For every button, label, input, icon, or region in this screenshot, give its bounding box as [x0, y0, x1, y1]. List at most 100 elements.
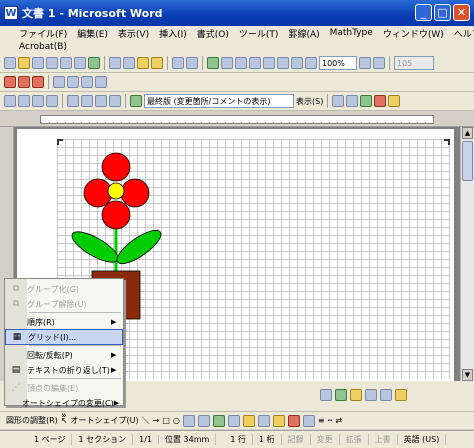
- menu-acrobat[interactable]: Acrobat(B): [14, 42, 72, 52]
- image-icon[interactable]: [81, 76, 93, 88]
- insert-excel-icon[interactable]: [249, 57, 261, 69]
- show-hide-icon[interactable]: [305, 57, 317, 69]
- undo-icon[interactable]: [172, 57, 184, 69]
- context-menu-item-2[interactable]: 順序(R) ▶: [5, 314, 123, 330]
- spelling-icon[interactable]: [88, 57, 100, 69]
- paste-icon[interactable]: [137, 57, 149, 69]
- insert-table-icon[interactable]: [235, 57, 247, 69]
- pdf-mail-icon[interactable]: [18, 76, 30, 88]
- show-button[interactable]: 表示(S): [296, 96, 323, 107]
- permission-icon[interactable]: [46, 57, 58, 69]
- help-icon[interactable]: [359, 57, 371, 69]
- chart-icon[interactable]: [95, 76, 107, 88]
- open-icon[interactable]: [18, 57, 30, 69]
- comment-icon[interactable]: [388, 95, 401, 107]
- menu-item-3[interactable]: 挿入(I): [154, 27, 192, 40]
- review-display-combo[interactable]: 最終版 (変更箇所/コメントの表示): [144, 94, 294, 108]
- save-icon[interactable]: [32, 57, 44, 69]
- drawing-icon[interactable]: [277, 57, 289, 69]
- line-style-icon[interactable]: [365, 389, 377, 401]
- vertical-scrollbar[interactable]: ▲ ▼: [460, 127, 474, 381]
- context-menu-item-7[interactable]: オートシェイプの変更(C) ▶: [5, 395, 123, 411]
- prev-change-icon[interactable]: [332, 95, 345, 107]
- color-icon[interactable]: [395, 389, 407, 401]
- line-style-icon-2[interactable]: ≡: [318, 416, 325, 425]
- minimize-button[interactable]: _: [415, 4, 432, 21]
- arrow-style-icon[interactable]: [380, 389, 392, 401]
- context-menu-item-4[interactable]: 回転/反転(P) ▶: [5, 347, 123, 363]
- shape-fill-icon[interactable]: [335, 389, 347, 401]
- context-menu-item-5[interactable]: ▤ テキストの折り返し(T) ▶: [5, 362, 123, 378]
- dash-style-icon[interactable]: ┅: [328, 416, 333, 425]
- arrow-style-icon-2[interactable]: ⇄: [335, 416, 342, 425]
- sqrt-icon[interactable]: [46, 95, 58, 107]
- maximize-button[interactable]: □: [434, 4, 451, 21]
- diagram-icon[interactable]: [227, 414, 240, 427]
- format-painter-icon[interactable]: [151, 57, 163, 69]
- scroll-thumb[interactable]: [462, 141, 473, 181]
- clipart-icon[interactable]: [242, 414, 255, 427]
- columns-icon[interactable]: [263, 57, 275, 69]
- sum-icon[interactable]: [18, 95, 30, 107]
- track-icon[interactable]: [130, 95, 142, 107]
- shape-icon[interactable]: [67, 76, 79, 88]
- reject-change-icon[interactable]: [374, 95, 387, 107]
- font-size-combo[interactable]: 105: [394, 56, 434, 70]
- cut-icon[interactable]: [109, 57, 121, 69]
- text-box-icon[interactable]: [81, 95, 93, 107]
- close-button[interactable]: ✕: [453, 4, 470, 21]
- word-app-icon[interactable]: W: [4, 6, 18, 20]
- copy-icon[interactable]: [123, 57, 135, 69]
- redo-icon[interactable]: [186, 57, 198, 69]
- status-rec[interactable]: 記録: [282, 434, 311, 445]
- menu-item-1[interactable]: 編集(E): [72, 27, 113, 40]
- fill-color-icon[interactable]: [272, 414, 285, 427]
- zoom-combo[interactable]: 100%: [319, 56, 357, 70]
- pdf-review-icon[interactable]: [32, 76, 44, 88]
- menu-item-7[interactable]: MathType: [325, 28, 378, 38]
- status-ext[interactable]: 拡張: [340, 434, 369, 445]
- sigma-icon[interactable]: [4, 95, 16, 107]
- context-menu-item-6[interactable]: ⋰ 頂点の編集(E): [5, 380, 123, 396]
- wordart-icon[interactable]: [212, 414, 225, 427]
- horizontal-ruler[interactable]: [0, 112, 474, 127]
- menu-item-5[interactable]: ツール(T): [234, 27, 284, 40]
- document-map-icon[interactable]: [291, 57, 303, 69]
- rectangle-tool-icon[interactable]: □: [162, 416, 170, 425]
- hyperlink-icon[interactable]: [207, 57, 219, 69]
- paren-icon[interactable]: [67, 95, 79, 107]
- menu-expand-chevron-icon[interactable]: »: [5, 411, 123, 421]
- context-menu-item-0[interactable]: ⧉ グループ化(G): [5, 281, 123, 297]
- line-color-icon[interactable]: [287, 414, 300, 427]
- arrow-tool-icon[interactable]: →: [153, 416, 160, 425]
- read-icon[interactable]: [373, 57, 385, 69]
- 3d-icon[interactable]: [350, 389, 362, 401]
- oval-tool-icon[interactable]: ○: [173, 416, 180, 425]
- line-tool-icon[interactable]: ＼: [142, 415, 150, 426]
- new-document-icon[interactable]: [4, 57, 16, 69]
- menu-item-4[interactable]: 書式(O): [192, 27, 234, 40]
- accept-change-icon[interactable]: [360, 95, 373, 107]
- context-menu-item-1[interactable]: ⧉ グループ解除(U): [5, 296, 123, 312]
- print-preview-icon[interactable]: [74, 57, 86, 69]
- picture-icon[interactable]: [257, 414, 270, 427]
- next-change-icon[interactable]: [346, 95, 359, 107]
- equation-icon[interactable]: [32, 95, 44, 107]
- menu-item-2[interactable]: 表示(V): [113, 27, 154, 40]
- print-icon[interactable]: [60, 57, 72, 69]
- envelope-icon[interactable]: [53, 76, 65, 88]
- tables-borders-icon[interactable]: [221, 57, 233, 69]
- menu-item-6[interactable]: 罫線(A): [283, 27, 324, 40]
- menu-item-8[interactable]: ウィンドウ(W): [378, 27, 449, 40]
- status-ovr[interactable]: 上書: [369, 434, 398, 445]
- menu-item-9[interactable]: ヘルプ(H): [449, 27, 474, 40]
- shadow-icon[interactable]: [320, 389, 332, 401]
- menu-item-0[interactable]: ファイル(F): [14, 27, 72, 40]
- matrix-icon[interactable]: [95, 95, 107, 107]
- font-color-icon[interactable]: [302, 414, 315, 427]
- textbox-tool-icon[interactable]: [182, 414, 195, 427]
- context-menu-item-3[interactable]: ▦ グリッド(I)...: [5, 329, 123, 345]
- status-trk[interactable]: 変更: [311, 434, 340, 445]
- toggle-icon[interactable]: [109, 95, 121, 107]
- vertical-textbox-icon[interactable]: [197, 414, 210, 427]
